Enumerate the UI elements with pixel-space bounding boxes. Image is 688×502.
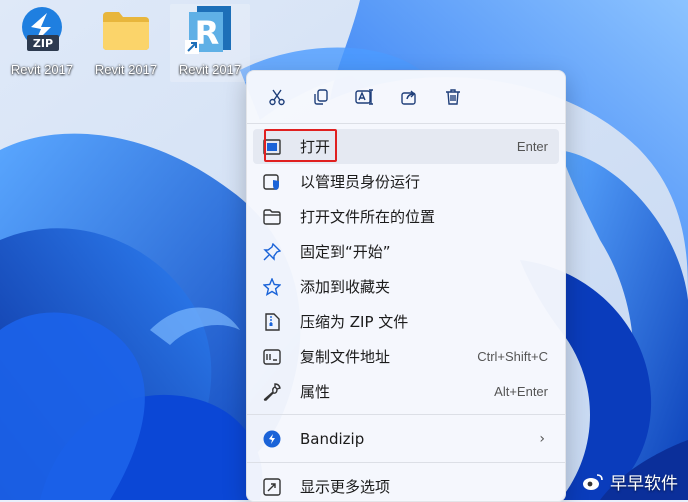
menu-item-show-more-options[interactable]: 显示更多选项 xyxy=(253,469,559,501)
context-menu-items: 打开 Enter 以管理员身份运行 打开文件所在的位置 固定到“开始” 添加到收… xyxy=(247,124,565,409)
menu-item-label: 显示更多选项 xyxy=(300,478,391,496)
menu-item-label: 打开文件所在的位置 xyxy=(300,208,436,226)
wrench-icon xyxy=(262,382,282,402)
menu-item-shortcut: Enter xyxy=(516,139,548,154)
context-menu-toolbar xyxy=(247,71,565,123)
share-button[interactable] xyxy=(390,79,427,116)
more-options-icon xyxy=(262,477,282,497)
context-menu: 打开 Enter 以管理员身份运行 打开文件所在的位置 固定到“开始” 添加到收… xyxy=(246,70,566,502)
share-icon xyxy=(400,90,416,105)
menu-item-open[interactable]: 打开 Enter xyxy=(253,129,559,164)
menu-item-label: 压缩为 ZIP 文件 xyxy=(300,313,409,331)
menu-item-run-as-admin[interactable]: 以管理员身份运行 xyxy=(253,164,559,199)
menu-item-shortcut: Ctrl+Shift+C xyxy=(477,349,548,364)
star-icon xyxy=(262,277,282,297)
desktop-icon-label: Revit 2017 xyxy=(94,62,158,77)
rename-icon xyxy=(354,89,373,105)
zip-file-icon xyxy=(262,312,282,332)
desktop-icon-label: Revit 2017 xyxy=(10,62,74,77)
delete-button[interactable] xyxy=(434,79,471,116)
folder-icon xyxy=(100,4,152,56)
menu-item-pin-to-start[interactable]: 固定到“开始” xyxy=(253,234,559,269)
zip-archive-icon: ZIP xyxy=(16,4,68,56)
trash-icon xyxy=(445,89,460,105)
desktop-icon-label: Revit 2017 xyxy=(178,62,242,77)
highlight-annotation-box xyxy=(264,129,337,162)
menu-item-label: 固定到“开始” xyxy=(300,243,391,261)
menu-item-bandizip[interactable]: Bandizip › xyxy=(253,421,559,456)
desktop-icon-revit[interactable]: R Revit 2017 xyxy=(170,4,250,82)
copy-button[interactable] xyxy=(302,79,339,116)
pin-icon xyxy=(262,242,282,262)
admin-shield-icon xyxy=(262,172,282,192)
watermark: 早早软件 xyxy=(582,469,678,494)
menu-item-add-favorites[interactable]: 添加到收藏夹 xyxy=(253,269,559,304)
chevron-right-icon: › xyxy=(539,430,545,447)
menu-item-copy-path[interactable]: 复制文件地址 Ctrl+Shift+C xyxy=(253,339,559,374)
copy-path-icon xyxy=(262,347,282,367)
menu-item-compress-zip[interactable]: 压缩为 ZIP 文件 xyxy=(253,304,559,339)
desktop-icon-zip[interactable]: ZIP Revit 2017 xyxy=(2,4,82,82)
bandizip-icon xyxy=(262,429,282,449)
menu-item-properties[interactable]: 属性 Alt+Enter xyxy=(253,374,559,409)
menu-item-label: 属性 xyxy=(300,383,331,401)
menu-item-shortcut: Alt+Enter xyxy=(494,384,548,399)
folder-open-icon xyxy=(262,207,282,227)
scissors-icon xyxy=(268,89,285,106)
weibo-logo-icon xyxy=(583,473,603,490)
menu-item-label: 以管理员身份运行 xyxy=(300,173,421,191)
menu-item-label: 添加到收藏夹 xyxy=(300,278,391,296)
desktop-icon-folder[interactable]: Revit 2017 xyxy=(86,4,166,82)
cut-button[interactable] xyxy=(258,79,295,116)
rename-button[interactable] xyxy=(346,79,383,116)
zip-badge-text: ZIP xyxy=(33,37,53,50)
menu-item-open-location[interactable]: 打开文件所在的位置 xyxy=(253,199,559,234)
menu-item-label: 复制文件地址 xyxy=(300,348,391,366)
menu-item-label: Bandizip xyxy=(300,429,365,448)
revit-app-icon: R xyxy=(184,4,236,56)
copy-icon xyxy=(313,89,328,105)
watermark-text: 早早软件 xyxy=(610,474,678,494)
